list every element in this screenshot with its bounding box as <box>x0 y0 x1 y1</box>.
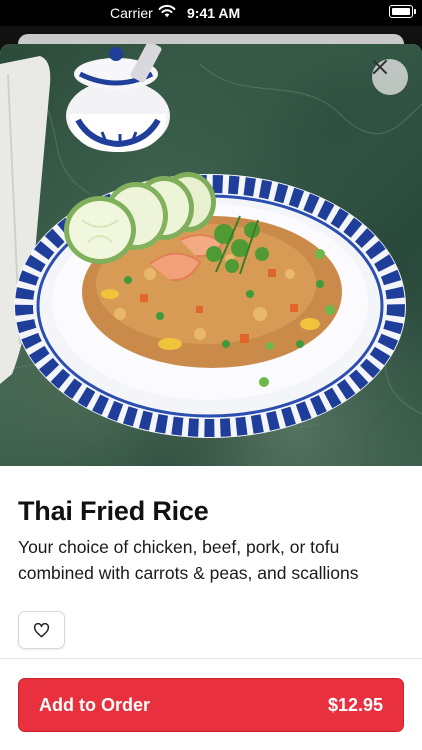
fried-rice-illustration <box>0 44 422 438</box>
add-to-order-label: Add to Order <box>39 694 150 715</box>
favorite-button[interactable] <box>18 611 65 649</box>
close-icon <box>373 60 387 74</box>
wifi-icon <box>158 4 176 18</box>
battery-icon <box>389 5 416 18</box>
clock: 9:41 AM <box>187 5 241 21</box>
close-button[interactable] <box>372 59 408 95</box>
status-bar: Carrier 9:41 AM <box>0 0 422 26</box>
food-photo <box>0 44 422 466</box>
divider <box>0 658 422 659</box>
item-title: Thai Fried Rice <box>18 496 209 526</box>
item-price: $12.95 <box>327 694 383 715</box>
add-to-order-button[interactable]: Add to Order $12.95 <box>18 678 404 732</box>
item-description: Your choice of chicken, beef, pork, or t… <box>18 537 359 583</box>
heart-icon <box>33 622 50 637</box>
item-detail-sheet: Thai Fried Rice Your choice of chicken, … <box>0 44 422 750</box>
carrier-label: Carrier <box>110 5 153 21</box>
